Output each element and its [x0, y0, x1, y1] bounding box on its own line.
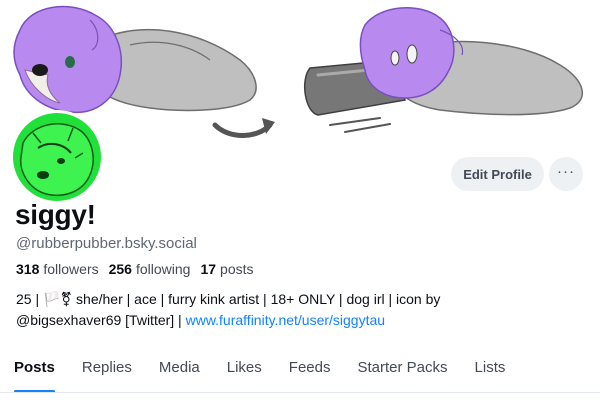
tab-posts[interactable]: Posts: [14, 350, 55, 393]
tab-replies[interactable]: Replies: [82, 350, 132, 392]
tab-starter-packs[interactable]: Starter Packs: [357, 350, 447, 392]
display-name: siggy!: [15, 199, 96, 230]
posts-count: 17: [200, 261, 217, 277]
bio-link[interactable]: www.furaffinity.net/user/siggytau: [186, 312, 385, 328]
tab-feeds[interactable]: Feeds: [289, 350, 331, 392]
more-options-button[interactable]: ···: [549, 157, 583, 191]
dog-nose: [32, 64, 48, 76]
tabs-divider: [0, 392, 600, 393]
posts-label: posts: [220, 261, 254, 277]
following-stat[interactable]: 256 following: [109, 261, 191, 277]
following-label: following: [135, 261, 191, 277]
avatar-image: [13, 113, 101, 201]
tab-lists[interactable]: Lists: [475, 350, 506, 392]
ellipsis-icon: ···: [557, 162, 575, 180]
profile-stats: 318 followers 256 following 17 posts: [16, 261, 254, 277]
bio-line-2: @bigsexhaver69 [Twitter] | www.furaffini…: [16, 310, 586, 331]
edit-profile-button[interactable]: Edit Profile: [451, 157, 544, 191]
arrow-icon: [212, 122, 273, 138]
bio-line-1: 25 | 🏳️⚧ she/her | ace | furry kink arti…: [16, 291, 441, 307]
tab-media[interactable]: Media: [159, 350, 200, 392]
profile-handle: @rubberpubber.bsky.social: [16, 235, 197, 252]
bio-credit-text: @bigsexhaver69 [Twitter] |: [16, 312, 186, 328]
profile-tabs: Posts Replies Media Likes Feeds Starter …: [0, 350, 600, 393]
tab-likes[interactable]: Likes: [227, 350, 262, 392]
followers-label: followers: [43, 261, 99, 277]
followers-stat[interactable]: 318 followers: [16, 261, 99, 277]
avatar[interactable]: [10, 110, 104, 204]
profile-bio: 25 | 🏳️⚧ she/her | ace | furry kink arti…: [16, 289, 586, 331]
posts-stat: 17 posts: [200, 261, 253, 277]
followers-count: 318: [16, 261, 40, 277]
following-count: 256: [108, 261, 132, 277]
